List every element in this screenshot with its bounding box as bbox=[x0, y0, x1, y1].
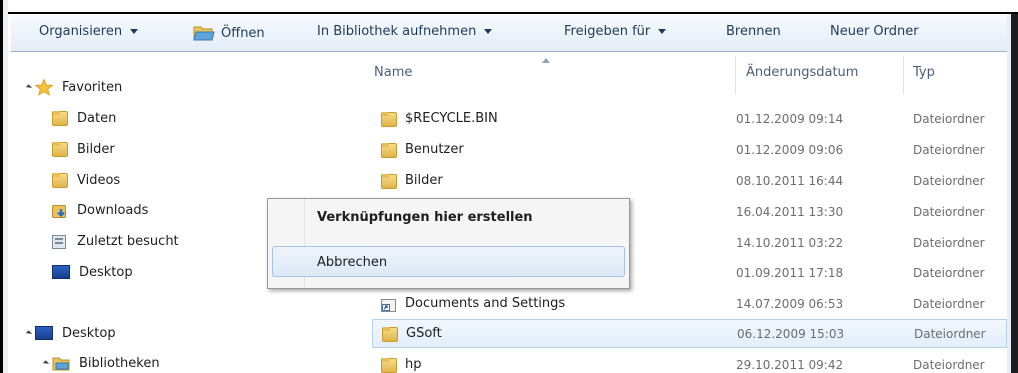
new-folder-label: Neuer Ordner bbox=[830, 24, 919, 39]
file-type: Dateiordner bbox=[913, 236, 985, 250]
file-date: 29.10.2011 09:42 bbox=[736, 358, 844, 372]
expand-arrow-icon[interactable] bbox=[42, 359, 50, 367]
folder-icon bbox=[52, 110, 68, 126]
chevron-down-icon bbox=[484, 29, 493, 34]
nav-item-daten[interactable]: Daten bbox=[52, 106, 116, 130]
libraries-icon bbox=[52, 355, 70, 371]
folder-icon bbox=[382, 327, 398, 342]
file-name: Benutzer bbox=[405, 142, 464, 157]
file-row[interactable]: Documents and Settings 14.07.2009 06:53 … bbox=[355, 290, 1007, 319]
file-row-selected[interactable]: GSoft 06.12.2009 15:03 Dateiordner bbox=[372, 319, 1007, 348]
folder-icon bbox=[381, 143, 397, 158]
share-with-label: Freigeben für bbox=[564, 24, 651, 39]
folder-icon bbox=[381, 358, 397, 373]
explorer-window: Organisieren Öffnen In Bibliothek aufneh… bbox=[0, 0, 1018, 373]
window-left-edge bbox=[0, 0, 8, 373]
sort-ascending-icon bbox=[542, 58, 550, 63]
column-header-date[interactable]: Änderungsdatum bbox=[746, 65, 858, 80]
file-row[interactable]: $RECYCLE.BIN 01.12.2009 09:14 Dateiordne… bbox=[355, 105, 1007, 134]
file-name: GSoft bbox=[406, 326, 442, 341]
expand-arrow-icon[interactable] bbox=[25, 329, 33, 337]
folder-icon bbox=[381, 112, 397, 127]
desktop-icon bbox=[52, 265, 70, 279]
window-top-border bbox=[8, 12, 1018, 14]
nav-libraries[interactable]: Bibliotheken bbox=[42, 351, 160, 373]
burn-label: Brennen bbox=[726, 24, 781, 39]
recent-places-icon bbox=[52, 234, 68, 249]
nav-item-label: Videos bbox=[77, 172, 121, 188]
desktop-label: Desktop bbox=[62, 325, 116, 341]
window-right-edge bbox=[1011, 14, 1018, 373]
nav-item-recent-places[interactable]: Zuletzt besucht bbox=[52, 229, 179, 253]
organize-button[interactable]: Organisieren bbox=[39, 24, 139, 39]
desktop-icon bbox=[35, 326, 53, 340]
open-button[interactable]: Öffnen bbox=[193, 24, 265, 42]
column-header-name[interactable]: Name bbox=[374, 65, 412, 80]
file-type: Dateiordner bbox=[913, 297, 985, 311]
nav-item-label: Zuletzt besucht bbox=[77, 233, 179, 249]
burn-button[interactable]: Brennen bbox=[726, 24, 781, 39]
nav-item-label: Bilder bbox=[77, 141, 115, 157]
file-name: hp bbox=[405, 357, 422, 372]
file-row[interactable]: hp 29.10.2011 09:42 Dateiordner bbox=[355, 351, 1007, 373]
libraries-label: Bibliotheken bbox=[79, 355, 160, 371]
organize-label: Organisieren bbox=[39, 24, 123, 39]
expand-arrow-icon[interactable] bbox=[25, 83, 33, 91]
share-with-button[interactable]: Freigeben für bbox=[564, 24, 667, 39]
file-date: 06.12.2009 15:03 bbox=[737, 327, 845, 341]
column-type-label: Typ bbox=[913, 65, 935, 80]
downloads-folder-icon bbox=[52, 203, 68, 218]
chevron-down-icon bbox=[658, 29, 667, 34]
file-date: 08.10.2011 16:44 bbox=[736, 174, 844, 188]
file-type: Dateiordner bbox=[913, 112, 985, 126]
drag-drop-context-menu: Verknüpfungen hier erstellen Abbrechen bbox=[267, 198, 630, 289]
file-date: 01.09.2011 17:18 bbox=[736, 266, 844, 280]
menu-item-cancel[interactable]: Abbrechen bbox=[317, 255, 387, 270]
nav-desktop-root[interactable]: Desktop bbox=[25, 321, 116, 345]
favorites-label: Favoriten bbox=[62, 79, 123, 95]
column-header-type[interactable]: Typ bbox=[913, 65, 935, 80]
star-icon bbox=[34, 78, 54, 96]
folder-icon bbox=[381, 174, 397, 189]
open-label: Öffnen bbox=[221, 25, 265, 41]
open-folder-icon bbox=[193, 24, 215, 42]
file-date: 16.04.2011 13:30 bbox=[736, 205, 844, 219]
nav-item-label: Desktop bbox=[79, 264, 133, 280]
file-date: 01.12.2009 09:06 bbox=[736, 143, 844, 157]
nav-favorites[interactable]: Favoriten bbox=[25, 75, 123, 99]
file-date: 14.07.2009 06:53 bbox=[736, 297, 844, 311]
folder-icon bbox=[52, 172, 68, 188]
command-bar: Organisieren Öffnen In Bibliothek aufneh… bbox=[11, 15, 1007, 52]
file-row[interactable]: Benutzer 01.12.2009 09:06 Dateiordner bbox=[355, 136, 1007, 165]
chevron-down-icon bbox=[130, 29, 139, 34]
include-in-library-button[interactable]: In Bibliothek aufnehmen bbox=[317, 24, 493, 39]
nav-item-label: Daten bbox=[77, 110, 117, 126]
file-type: Dateiordner bbox=[913, 143, 985, 157]
nav-item-desktop[interactable]: Desktop bbox=[52, 260, 133, 284]
column-name-label: Name bbox=[374, 65, 413, 80]
folder-icon bbox=[52, 141, 68, 157]
column-divider[interactable] bbox=[903, 56, 904, 94]
file-date: 14.10.2011 03:22 bbox=[736, 236, 844, 250]
menu-item-create-shortcuts[interactable]: Verknüpfungen hier erstellen bbox=[317, 210, 533, 225]
include-library-label: In Bibliothek aufnehmen bbox=[317, 24, 477, 39]
nav-item-videos[interactable]: Videos bbox=[52, 168, 120, 192]
file-type: Dateiordner bbox=[913, 174, 985, 188]
file-date: 01.12.2009 09:14 bbox=[736, 112, 844, 126]
file-type: Dateiordner bbox=[913, 358, 985, 372]
file-name: $RECYCLE.BIN bbox=[405, 111, 498, 126]
file-type: Dateiordner bbox=[913, 205, 985, 219]
column-date-label: Änderungsdatum bbox=[746, 65, 859, 80]
file-name: Documents and Settings bbox=[405, 296, 566, 311]
file-row[interactable]: Bilder 08.10.2011 16:44 Dateiordner bbox=[355, 167, 1007, 196]
column-divider[interactable] bbox=[735, 56, 736, 94]
nav-item-downloads[interactable]: Downloads bbox=[52, 198, 148, 222]
shortcut-folder-icon bbox=[381, 297, 397, 312]
file-type: Dateiordner bbox=[913, 266, 985, 280]
new-folder-button[interactable]: Neuer Ordner bbox=[830, 24, 919, 39]
nav-item-label: Downloads bbox=[77, 202, 149, 218]
nav-item-bilder[interactable]: Bilder bbox=[52, 137, 115, 161]
file-type: Dateiordner bbox=[914, 327, 986, 341]
file-name: Bilder bbox=[405, 173, 443, 188]
